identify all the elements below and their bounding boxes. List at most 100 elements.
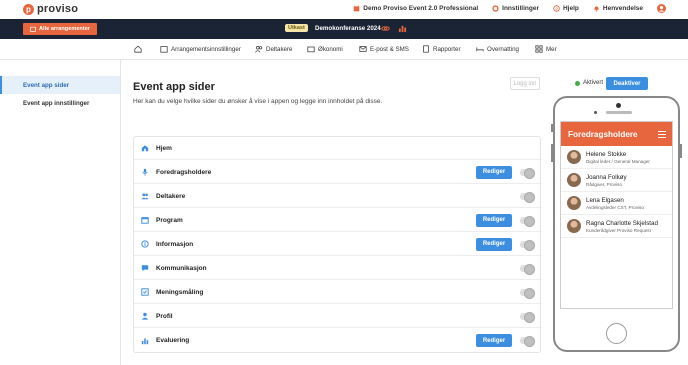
avatar — [567, 219, 581, 233]
visibility-toggle[interactable] — [520, 239, 535, 251]
speaker-item[interactable]: Ragna Charlotte Skjelstad Kunderådgiver … — [561, 215, 672, 238]
nav-event-settings[interactable]: Arrangementsinnstillinger — [160, 45, 241, 53]
deactivate-button[interactable]: Deaktiver — [606, 77, 648, 90]
edit-button[interactable]: Rediger — [476, 334, 512, 347]
all-events-button[interactable]: Alle arrangementer — [23, 23, 97, 35]
info-icon — [141, 240, 149, 248]
nav-label: Deltakere — [266, 45, 293, 53]
visibility-toggle[interactable] — [520, 336, 535, 347]
phone-screen: Foredragsholdere Helene Stokke Digital l… — [560, 121, 673, 309]
row-label: Deltakere — [156, 192, 186, 200]
speaker-item[interactable]: Joanna Folkøy Rådgiver, Proviso — [561, 169, 672, 192]
speaker-name: Helene Stokke — [586, 150, 627, 158]
app-header-title: Foredragsholdere — [568, 129, 638, 139]
row-label: Informasjon — [156, 240, 194, 248]
list-item: Hjem — [134, 137, 540, 160]
sidebar-item-app-settings[interactable]: Event app innstillinger — [0, 94, 120, 112]
help-label: Hjelp — [562, 5, 579, 12]
event-bar: Alle arrangementer Utkast Demokonferanse… — [0, 19, 688, 39]
nav-label: E-post & SMS — [370, 45, 409, 53]
login-button[interactable]: Logg inn — [510, 77, 540, 90]
speaker-item[interactable]: Lena Elgasen Avdelingsleder CST, Proviso — [561, 192, 672, 215]
nav-email-sms[interactable]: E-post & SMS — [359, 45, 409, 53]
logo-mark-icon: p — [23, 3, 34, 15]
visibility-toggle[interactable] — [520, 191, 535, 203]
conference-name: Demokonferanse 2024 — [315, 25, 381, 32]
bed-icon — [476, 47, 484, 52]
gear-icon — [492, 5, 499, 12]
status-label: Aktivert — [583, 80, 604, 86]
nav-label: Overnatting — [487, 45, 519, 53]
proviso-logo[interactable]: p proviso — [23, 3, 78, 15]
stats-icon[interactable] — [398, 24, 407, 33]
nav-accommodation[interactable]: Overnatting — [476, 45, 519, 53]
row-label: Program — [156, 216, 183, 224]
wallet-icon — [307, 46, 315, 53]
list-item: Informasjon Rediger — [134, 233, 540, 256]
list-item: Deltakere — [134, 185, 540, 208]
microphone-icon — [142, 168, 148, 176]
visibility-toggle[interactable] — [520, 263, 535, 275]
link-icon[interactable] — [381, 24, 390, 33]
row-label: Meningsmåling — [156, 288, 204, 296]
poll-icon — [141, 288, 149, 296]
visibility-toggle[interactable] — [520, 167, 535, 179]
settings-link[interactable]: Innstillinger — [492, 5, 539, 12]
nav-reports[interactable]: Rapporter — [422, 45, 461, 53]
list-item: Meningsmåling — [134, 281, 540, 304]
edit-button[interactable]: Rediger — [476, 213, 512, 227]
avatar — [567, 196, 581, 210]
phone-button — [551, 144, 553, 162]
people-icon — [255, 46, 263, 53]
row-label: Kommunikasjon — [156, 264, 207, 272]
user-menu[interactable] — [657, 4, 666, 13]
hamburger-menu-icon[interactable] — [658, 131, 666, 140]
notices-link[interactable]: Henvendelse — [593, 5, 643, 12]
visibility-toggle[interactable] — [520, 287, 535, 299]
event-title-link[interactable]: Demo Proviso Event 2.0 Professional — [353, 5, 478, 12]
help-link[interactable]: ? Hjelp — [553, 5, 579, 12]
sidebar: Event app sider Event app innstillinger — [0, 60, 121, 365]
sidebar-item-app-pages[interactable]: Event app sider — [0, 76, 120, 94]
speaker-role: Kunderådgiver Proviso Request — [586, 227, 651, 233]
grid-icon — [535, 45, 543, 53]
nav-participants[interactable]: Deltakere — [255, 45, 292, 53]
settings-label: Innstillinger — [502, 5, 539, 12]
list-item: Foredragsholdere Rediger — [134, 161, 540, 184]
phone-button — [551, 124, 553, 132]
speaker-name: Lena Elgasen — [586, 196, 624, 204]
nav-label: Mer — [546, 45, 557, 53]
svg-text:?: ? — [555, 6, 558, 11]
help-icon: ? — [553, 5, 560, 12]
bar-chart-icon — [141, 338, 149, 344]
page-title: Event app sider — [133, 81, 215, 93]
phone-preview: Foredragsholdere Helene Stokke Digital l… — [551, 96, 682, 352]
home-icon — [134, 45, 142, 53]
all-events-label: Alle arrangementer — [39, 26, 90, 32]
main-nav: Arrangementsinnstillinger Deltakere Økon… — [0, 39, 688, 60]
nav-economy[interactable]: Økonomi — [307, 45, 343, 53]
app-header: Foredragsholdere — [561, 122, 672, 146]
speaker-role: Avdelingsleder CST, Proviso — [586, 204, 644, 210]
nav-home[interactable] — [134, 45, 142, 53]
phone-home-button — [606, 323, 627, 344]
edit-button[interactable]: Rediger — [476, 165, 512, 179]
visibility-toggle[interactable] — [520, 215, 535, 227]
speaker-item[interactable]: Helene Stokke Digital leder / General Ma… — [561, 146, 672, 169]
nav-label: Rapporter — [433, 45, 461, 53]
edit-button[interactable]: Rediger — [476, 237, 512, 251]
list-item: Program Rediger — [134, 209, 540, 232]
top-bar: p proviso Demo Proviso Event 2.0 Profess… — [0, 0, 688, 19]
calendar-settings-icon — [160, 46, 168, 53]
nav-more[interactable]: Mer — [535, 45, 557, 53]
list-item: Evaluering Rediger — [134, 329, 540, 352]
nav-label: Økonomi — [318, 45, 343, 53]
speaker-icon — [606, 111, 632, 114]
home-icon — [141, 145, 149, 152]
report-icon — [423, 45, 429, 53]
chat-icon — [141, 265, 149, 272]
visibility-toggle[interactable] — [520, 311, 535, 323]
logo-text: proviso — [37, 3, 79, 15]
row-label: Evaluering — [156, 337, 190, 344]
row-label: Foredragsholdere — [156, 168, 212, 176]
